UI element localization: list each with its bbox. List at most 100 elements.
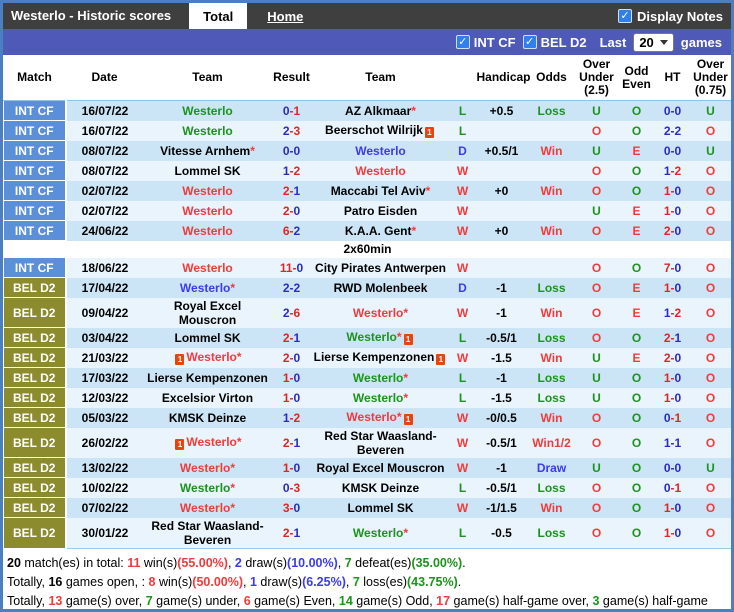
tab-total[interactable]: Total (189, 3, 248, 29)
ht-score-cell: 2-0 (663, 223, 682, 238)
summary-segment: , (243, 574, 250, 589)
title-bar: Westerlo - Historic scores Total Home ✓ … (3, 3, 731, 29)
bel-d2-label: BEL D2 (540, 34, 587, 50)
odd-even-cell: E (632, 280, 641, 295)
ht-score-cell: 0-1 (663, 480, 682, 495)
ht-score-cell: 0-0 (663, 460, 682, 475)
red-card-icon: 1 (175, 439, 185, 450)
display-notes-checkbox[interactable]: ✓ (618, 9, 633, 23)
summary-segment: win(s) (155, 574, 193, 589)
games-count-select[interactable]: 20 (633, 32, 674, 52)
over-under-25-cell: U (592, 143, 601, 158)
ht-score-cell: 1-0 (663, 500, 682, 515)
date-cell: 12/03/22 (81, 390, 129, 405)
summary-segment: match(es) in total: (20, 555, 128, 570)
result-letter-cell: D (458, 143, 467, 158)
star-marker: * (230, 480, 236, 495)
int-cf-checkbox[interactable]: ✓ (455, 35, 470, 49)
away-team-cell: Beerschot Wilrijk 1 (312, 121, 450, 141)
odd-even-cell: O (631, 480, 642, 495)
star-marker: * (250, 143, 255, 158)
away-team-cell: Westerlo* (352, 525, 409, 540)
ht-score-cell: 1-2 (663, 163, 682, 178)
match-note-row: 2x60min (3, 240, 731, 258)
handicap-cell: -1 (496, 305, 507, 320)
over-under-25-cell: U (592, 103, 601, 118)
star-marker: * (403, 525, 409, 540)
filter-int-cf[interactable]: ✓ INT CF (455, 35, 516, 50)
bel-d2-checkbox[interactable]: ✓ (522, 35, 537, 49)
score-cell: 2-6 (282, 305, 301, 320)
over-under-25-cell: U (592, 350, 601, 365)
result-letter-cell: L (458, 390, 467, 405)
away-team-cell: Westerlo* (352, 305, 409, 320)
result-letter-cell: W (456, 203, 469, 218)
match-league-cell: INT CF (3, 120, 67, 141)
over-under-075-cell: O (705, 410, 716, 425)
red-card-icon: 1 (436, 354, 446, 365)
odds-cell: Loss (537, 525, 566, 540)
home-team-cell: Westerlo (182, 183, 233, 198)
over-under-075-cell: O (705, 500, 716, 515)
handicap-cell: +0 (494, 223, 509, 238)
tab-home[interactable]: Home (253, 3, 317, 29)
odd-even-cell: O (631, 260, 642, 275)
home-team-cell: Westerlo* (179, 480, 236, 495)
summary-segment: 20 (7, 555, 21, 570)
ht-score-cell: 2-0 (663, 350, 682, 365)
away-team-cell: AZ Alkmaar* (345, 103, 416, 118)
over-under-075-cell: O (705, 123, 716, 138)
over-under-075-cell: O (705, 183, 716, 198)
result-letter-cell: L (458, 525, 467, 540)
filter-bel-d2[interactable]: ✓ BEL D2 (522, 34, 587, 50)
last-label: Last (599, 34, 627, 50)
score-cell: 2-1 (282, 525, 301, 540)
ht-score-cell: 2-2 (663, 123, 682, 138)
home-team-cell: Lommel SK (174, 163, 241, 178)
date-cell: 26/02/22 (81, 435, 129, 450)
date-cell: 24/06/22 (81, 223, 129, 238)
summary-segment: 7 (145, 593, 153, 608)
match-row: BEL D2 10/02/22 Westerlo* 0-3 KMSK Deinze L -0… (3, 477, 731, 498)
summary-line-3: Totally, 13 game(s) over, 7 game(s) unde… (7, 592, 726, 610)
odd-even-cell: O (631, 370, 642, 385)
display-notes-toggle[interactable]: ✓ Display Notes (618, 3, 731, 29)
score-cell: 3-0 (282, 500, 301, 515)
match-row: INT CF 16/07/22 Westerlo 0-1 AZ Alkmaar* L +0.… (3, 100, 731, 121)
summary-segment: draw(s) (241, 555, 288, 570)
match-league-cell: INT CF (3, 200, 67, 221)
over-under-075-cell: O (705, 223, 716, 238)
odd-even-cell: O (631, 500, 642, 515)
handicap-cell: -0.5 (491, 525, 512, 540)
home-team-cell: Lierse Kempenzonen (147, 370, 268, 385)
odds-cell: Loss (537, 280, 566, 295)
filter-bar: ✓ INT CF ✓ BEL D2 Last 20 games (3, 29, 731, 55)
column-header-2: Team (143, 55, 272, 101)
summary-segment: loss(es) (359, 574, 408, 589)
away-team-cell: Westerlo* 1 (312, 328, 450, 348)
summary-segment: 2 (234, 555, 242, 570)
odds-cell: Win (540, 223, 563, 238)
over-under-075-cell: O (705, 260, 716, 275)
date-cell: 08/07/22 (81, 163, 129, 178)
over-under-25-cell: O (591, 183, 602, 198)
match-row: INT CF 18/06/22 Westerlo 11-0 City Pirates A… (3, 257, 731, 278)
column-header-7: Odds (527, 55, 576, 101)
ht-score-cell: 1-0 (663, 370, 682, 385)
away-team-cell: RWD Molenbeek (333, 280, 428, 295)
red-card-icon: 1 (175, 354, 185, 365)
match-league-cell: BEL D2 (3, 517, 67, 549)
games-label: games (680, 34, 722, 50)
match-league-cell: BEL D2 (3, 427, 67, 458)
summary-segment: . (457, 574, 462, 589)
match-league-cell: BEL D2 (3, 407, 67, 428)
summary-segment: win(s) (140, 555, 178, 570)
page-title: Westerlo - Historic scores (11, 8, 172, 23)
odds-cell: Win (540, 183, 563, 198)
match-row: BEL D2 07/02/22 Westerlo* 3-0 Lommel SK W -1/1… (3, 497, 731, 518)
odds-cell: Win (540, 305, 563, 320)
ht-score-cell: 1-0 (663, 525, 682, 540)
star-marker: * (403, 370, 409, 385)
result-letter-cell: W (456, 223, 469, 238)
result-letter-cell: L (458, 370, 467, 385)
